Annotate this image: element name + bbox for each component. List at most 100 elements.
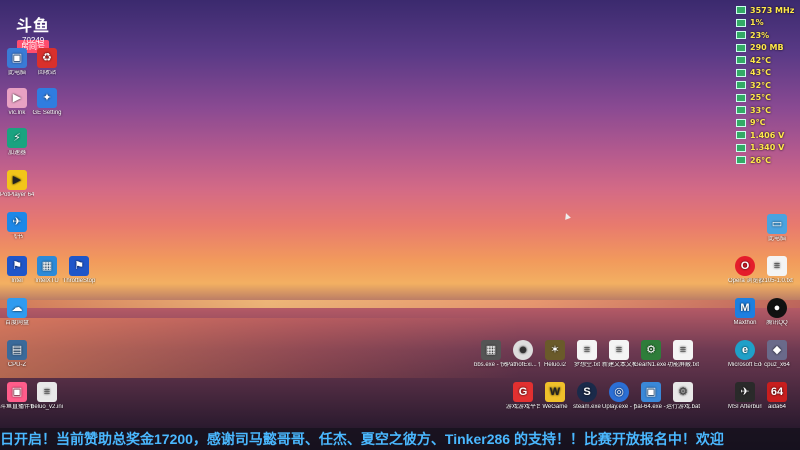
sensor-icon [736, 43, 746, 52]
throttlestop-icon: ⚑ [69, 256, 89, 276]
ini-file-icon: ≡ [37, 382, 57, 402]
desktop-icon-bbs[interactable]: ▦ bbs.exe - 快捷方式 [474, 340, 508, 369]
desktop-icon-computer-right[interactable]: ▭ 此电脑 [760, 214, 794, 243]
desktop-icon-msi[interactable]: ✈ MSI Afterburner [728, 382, 762, 411]
pathofexile-icon: ☻ [513, 340, 533, 360]
ticker-text: 日开启！当前赞助总奖金17200，感谢司马懿哥哥、任杰、夏空之彼方、Tinker… [0, 431, 724, 447]
desktop-icon-wegame[interactable]: W WeGame [538, 382, 572, 411]
sensor-icon [736, 143, 746, 152]
aida64-icon: 64 [767, 382, 787, 402]
sensor-icon [736, 118, 746, 127]
intel-xtu-icon: ▦ [37, 256, 57, 276]
desktop-icon-aida64[interactable]: 64 aida64 [760, 382, 794, 411]
bat-file-icon: ⚙ [673, 382, 693, 402]
monitor-row: 42°C [736, 54, 796, 67]
sensor-icon [736, 56, 746, 65]
edge-icon: e [735, 340, 755, 360]
desktop-icon-ge-setting[interactable]: ✦ GE Setting [30, 88, 64, 117]
desktop-icon-pc[interactable]: ▣ 此电脑 [0, 48, 34, 77]
desktop-icon-ini[interactable]: ≡ heluo_v2.ini [30, 382, 64, 411]
desktop-icon-gearn1[interactable]: ⚙ GearN1.exe - 快捷方式 [634, 340, 668, 369]
accelerator-icon: ⚡ [7, 128, 27, 148]
sensor-icon [736, 18, 746, 27]
desktop-icon-feishu[interactable]: ✈ 飞书 [0, 212, 34, 241]
desktop-icon-opera[interactable]: O Opera 浏览器 [728, 256, 762, 285]
horizon-glow [0, 300, 800, 308]
desktop-icon-txt-1[interactable]: ≡ 梦想空.txt [570, 340, 604, 369]
desktop-icon-uplay[interactable]: ◎ Uplay.exe - 快捷方式 [602, 382, 636, 411]
sensor-icon [736, 156, 746, 165]
intel-icon: ⚑ [7, 256, 27, 276]
marquee-ticker: 日开启！当前赞助总奖金17200，感谢司马懿哥哥、任杰、夏空之彼方、Tinker… [0, 428, 800, 450]
computer-icon: ▭ [767, 214, 787, 234]
douyu-tool-icon: ▣ [7, 382, 27, 402]
desktop-icon-steam[interactable]: S steam.exe [570, 382, 604, 411]
desktop-icon-qq[interactable]: ● 腾讯QQ [760, 298, 794, 327]
cpuz-left-icon: ▤ [7, 340, 27, 360]
gearn1-icon: ⚙ [641, 340, 661, 360]
sensor-icon [736, 31, 746, 40]
heluo-icon: ✶ [545, 340, 565, 360]
sensor-icon [736, 131, 746, 140]
monitor-row: 1% [736, 17, 796, 30]
bbs-icon: ▦ [481, 340, 501, 360]
wegame-icon: W [545, 382, 565, 402]
text-file-icon: ≡ [673, 340, 693, 360]
desktop-icon-txt-2[interactable]: ≡ 新建文本文档.txt [602, 340, 636, 369]
sensor-icon [736, 106, 746, 115]
potplayer-icon: ▶ [7, 170, 27, 190]
monitor-row: 43°C [736, 67, 796, 80]
hardware-monitor: 3573 MHz 1% 23% 290 MB 42°C 43°C 32°C 25… [736, 4, 796, 167]
monitor-row: 23% [736, 29, 796, 42]
desktop-icon-vlc[interactable]: ▶ vlc.lnk [0, 88, 34, 117]
text-file-icon: ≡ [767, 256, 787, 276]
desktop-icon-edge[interactable]: e Microsoft Edge [728, 340, 762, 369]
ge-setting-icon: ✦ [37, 88, 57, 108]
msi-afterburner-icon: ✈ [735, 382, 755, 402]
monitor-row: 9°C [736, 117, 796, 130]
vlc-icon: ▶ [7, 88, 27, 108]
desktop-icon-pal64[interactable]: ▣ pal-64.exe - 快捷方式 [634, 382, 668, 411]
qq-penguin-icon: ● [767, 298, 787, 318]
maxthon-icon: M [735, 298, 755, 318]
desktop-icon-intel-2[interactable]: ▦ IntelXTU [30, 256, 64, 285]
monitor-row: 25°C [736, 92, 796, 105]
monitor-row: 33°C [736, 104, 796, 117]
pal64-icon: ▣ [641, 382, 661, 402]
desktop-icon-baidu[interactable]: ☁ 百度网盘 [0, 298, 34, 327]
sensor-icon [736, 93, 746, 102]
pc-icon: ▣ [7, 48, 27, 68]
monitor-row: 1.340 V [736, 142, 796, 155]
monitor-row: 3573 MHz [736, 4, 796, 17]
monitor-row: 290 MB [736, 42, 796, 55]
desktop-icon-intel-1[interactable]: ⚑ Intel [0, 256, 34, 285]
baidu-cloud-icon: ☁ [7, 298, 27, 318]
desktop-icon-potplayer[interactable]: ▶ PotPlayer 64 bit [0, 170, 34, 199]
sensor-icon [736, 6, 746, 15]
sensor-icon [736, 81, 746, 90]
desktop-icon-intel-3[interactable]: ⚑ ThrottleStop [62, 256, 96, 285]
desktop-icon-txt-right[interactable]: ≡ 2105-1.0.txt [760, 256, 794, 285]
desktop-icon-douyu-tool[interactable]: ▣ 斗鱼直播伴侣工具 [0, 382, 34, 411]
desktop-icon-recycle[interactable]: ♻ 回收站 [30, 48, 64, 77]
desktop-icon-cpuz-left[interactable]: ▤ CPU-Z [0, 340, 34, 369]
desktop-icon-cpuz[interactable]: ◆ cpuz_x64 [760, 340, 794, 369]
sea-reflection [0, 318, 520, 378]
mouse-cursor-icon [563, 212, 571, 220]
game-platform-icon: G [513, 382, 533, 402]
desktop-icon-maxthon[interactable]: M Maxthon [728, 298, 762, 327]
steam-icon: S [577, 382, 597, 402]
monitor-row: 1.406 V [736, 129, 796, 142]
monitor-row: 26°C [736, 154, 796, 167]
text-file-icon: ≡ [609, 340, 629, 360]
desktop-icon-bat[interactable]: ⚙ 运行游戏.bat - 快捷方式 [666, 382, 700, 411]
room-number: 70249 [22, 36, 45, 45]
desktop-icon-accelerator[interactable]: ⚡ 加速器 [0, 128, 34, 157]
sensor-icon [736, 68, 746, 77]
douyu-logo-mark: 斗鱼 [15, 16, 50, 35]
desktop-icon-txt-3[interactable]: ≡ 功能屏蔽.txt [666, 340, 700, 369]
desktop-icon-game-platform[interactable]: G 游戏游戏平台 [506, 382, 540, 411]
desktop-icon-heluo[interactable]: ✶ Heluo.i2 [538, 340, 572, 369]
desktop-icon-pathofexile[interactable]: ☻ PathofExi... 快捷方式 [506, 340, 540, 369]
text-file-icon: ≡ [577, 340, 597, 360]
